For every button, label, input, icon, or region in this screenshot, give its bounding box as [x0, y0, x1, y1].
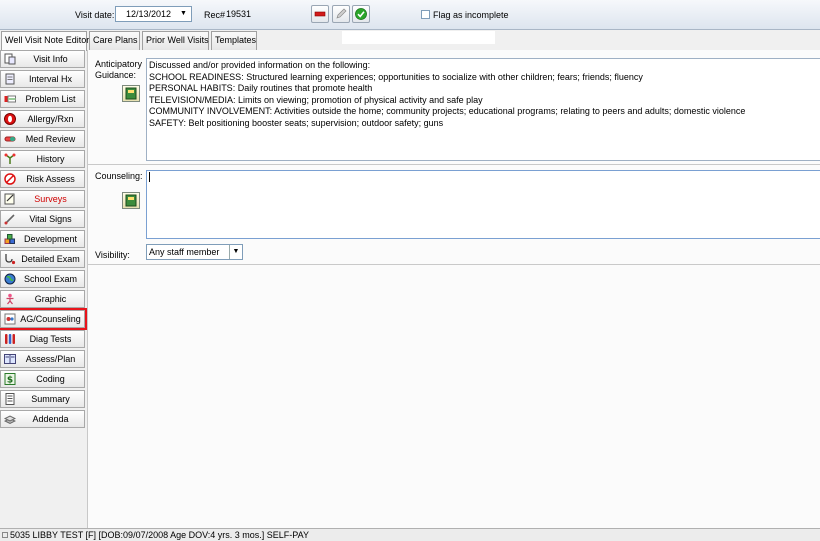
sidebar-item-surveys[interactable]: Surveys [0, 190, 85, 208]
summary-doc-icon [5, 393, 15, 405]
globe-icon [4, 273, 16, 285]
ag-line: PERSONAL HABITS: Daily routines that pro… [149, 83, 373, 93]
sidebar-item-ag-counseling[interactable]: AG/Counseling [0, 308, 87, 330]
sidebar-item-allergy-rxn[interactable]: Allergy/Rxn [0, 110, 85, 128]
sidebar-item-diag-tests[interactable]: Diag Tests [0, 330, 85, 348]
sidebar-item-interval-hx[interactable]: Interval Hx [0, 70, 85, 88]
visibility-label: Visibility: [95, 250, 130, 260]
counseling-icon [4, 313, 16, 325]
minus-icon [314, 11, 326, 17]
rec-label: Rec# [204, 10, 226, 20]
sidebar-item-school-exam[interactable]: School Exam [0, 270, 85, 288]
book-icon [4, 354, 16, 364]
counseling-label: Counseling: [95, 171, 143, 181]
text-cursor [149, 172, 150, 182]
check-icon [355, 8, 367, 20]
tab-strip-blank [342, 31, 495, 44]
ag-line: Discussed and/or provided information on… [149, 60, 371, 70]
visit-date-picker[interactable]: 12/13/2012 ▼ [115, 6, 192, 22]
chevron-down-icon[interactable]: ▼ [176, 7, 191, 21]
anticipatory-guidance-text[interactable]: Discussed and/or provided information on… [146, 58, 820, 161]
status-square-icon [2, 532, 8, 538]
status-bar: 5035 LIBBY TEST [F] [DOB:09/07/2008 Age … [0, 528, 820, 541]
list-icon [4, 95, 16, 103]
sidebar-item-problem-list[interactable]: Problem List [0, 90, 85, 108]
ag-line: COMMUNITY INVOLVEMENT: Activities outsid… [149, 106, 746, 116]
visit-date-value: 12/13/2012 [126, 9, 172, 19]
sidebar-item-addenda[interactable]: Addenda [0, 410, 85, 428]
sidebar-item-med-review[interactable]: Med Review [0, 130, 85, 148]
sidebar-nav: Visit Info Interval Hx Problem List Alle… [0, 50, 87, 528]
main-panel: Anticipatory Guidance: Discussed and/or … [87, 50, 820, 528]
pencil-icon [336, 8, 347, 19]
visibility-select[interactable]: Any staff member ▼ [146, 244, 243, 260]
stethoscope-icon [5, 254, 16, 265]
patient-info: 5035 LIBBY TEST [F] [DOB:09/07/2008 Age … [10, 530, 309, 540]
counseling-text[interactable] [146, 170, 820, 239]
sidebar-item-visit-info[interactable]: Visit Info [0, 50, 85, 68]
sidebar-item-history[interactable]: History [0, 150, 85, 168]
tab-prior-well-visits[interactable]: Prior Well Visits [142, 31, 209, 50]
survey-icon [4, 193, 15, 205]
test-tubes-icon [5, 334, 15, 344]
sidebar-item-vital-signs[interactable]: Vital Signs [0, 210, 85, 228]
allergy-icon [4, 113, 16, 125]
edit-button[interactable] [332, 5, 350, 23]
flag-incomplete-checkbox[interactable] [421, 10, 430, 19]
section-divider [88, 164, 820, 165]
tab-well-visit-note-editor[interactable]: Well Visit Note Editor [1, 31, 89, 51]
green-book-icon [125, 87, 137, 100]
counseling-template-button[interactable] [122, 192, 140, 209]
visit-date-label: Visit date: [75, 10, 115, 20]
section-divider [88, 264, 820, 265]
green-book-icon [125, 194, 137, 207]
delete-button[interactable] [311, 5, 329, 23]
sidebar-item-summary[interactable]: Summary [0, 390, 85, 408]
stack-icon [4, 415, 16, 425]
blocks-icon [4, 234, 15, 244]
thermometer-icon [4, 214, 15, 225]
flag-incomplete-label: Flag as incomplete [433, 10, 509, 20]
ag-line: SAFETY: Belt positioning booster seats; … [149, 117, 444, 128]
dollar-icon: $ [4, 373, 16, 385]
ag-template-button[interactable] [122, 85, 140, 102]
no-sign-icon [4, 173, 16, 185]
sidebar-item-assess-plan[interactable]: Assess/Plan [0, 350, 85, 368]
anticipatory-guidance-label: Anticipatory Guidance: [95, 59, 143, 80]
approve-button[interactable] [352, 5, 370, 23]
sidebar-item-coding[interactable]: $ Coding [0, 370, 85, 388]
sidebar-item-development[interactable]: Development [0, 230, 85, 248]
tab-templates[interactable]: Templates [211, 31, 257, 50]
clipboard-icon [5, 73, 15, 85]
pill-icon [4, 136, 16, 142]
family-tree-icon [4, 153, 16, 164]
document-icon [4, 53, 16, 65]
ag-line: SCHOOL READINESS: Structured learning ex… [149, 71, 643, 82]
body-figure-icon [6, 293, 14, 305]
top-toolbar: Visit date: 12/13/2012 ▼ Rec# 19531 Flag… [0, 0, 820, 30]
sidebar-item-graphic[interactable]: Graphic [0, 290, 85, 308]
sidebar-item-detailed-exam[interactable]: Detailed Exam [0, 250, 85, 268]
svg-text:$: $ [7, 376, 13, 386]
rec-number: 19531 [226, 9, 252, 19]
tab-care-plans[interactable]: Care Plans [89, 31, 140, 50]
ag-line: TELEVISION/MEDIA: Limits on viewing; pro… [149, 94, 483, 105]
chevron-down-icon[interactable]: ▼ [229, 245, 242, 259]
sidebar-item-risk-assess[interactable]: Risk Assess [0, 170, 85, 188]
